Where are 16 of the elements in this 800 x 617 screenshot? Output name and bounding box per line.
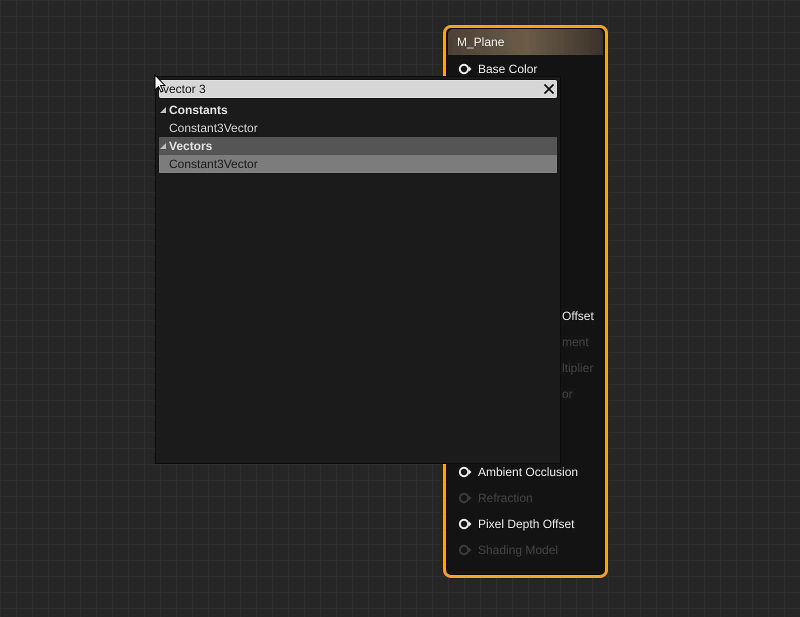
category-row[interactable]: Vectors xyxy=(159,137,557,155)
pin-label: Pixel Depth Offset xyxy=(478,516,574,533)
close-icon[interactable] xyxy=(543,83,555,95)
expand-arrow-icon[interactable] xyxy=(159,142,167,150)
pin-icon[interactable] xyxy=(458,518,472,530)
pin-icon[interactable] xyxy=(458,63,472,75)
category-row[interactable]: Constants xyxy=(159,101,557,119)
pin-label: Offset xyxy=(562,308,594,325)
node-title: M_Plane xyxy=(457,34,504,51)
expand-arrow-icon[interactable] xyxy=(159,106,167,114)
result-item[interactable]: Constant3Vector xyxy=(159,155,557,173)
result-item[interactable]: Constant3Vector xyxy=(159,119,557,137)
search-field[interactable]: vector 3 xyxy=(159,80,557,98)
pin-label: Base Color xyxy=(478,61,538,78)
pin-icon[interactable] xyxy=(458,466,472,478)
pin-label: Ambient Occlusion xyxy=(478,464,578,481)
